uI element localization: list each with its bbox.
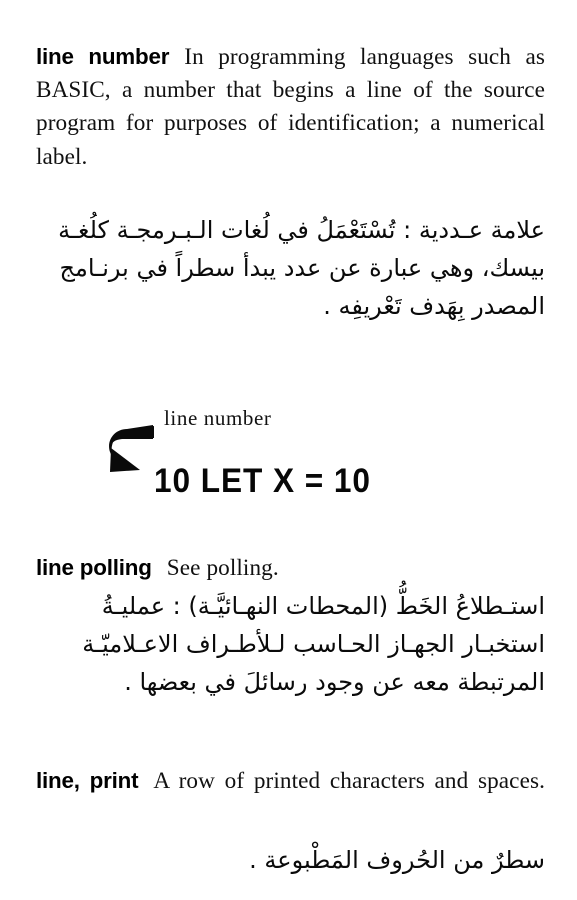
arabic-line-text: المرتبطة معه عن وجود رسائلَ في بعضها . — [124, 668, 545, 697]
arabic-line: استـطلاعُ الخَطُّ (المحطات النهـائيَّـة)… — [36, 587, 545, 625]
entry-definition-en: line number In programming languages such… — [36, 40, 545, 207]
arabic-line: المصدر بِهَدف تَعْريفِه . — [36, 287, 545, 325]
arabic-line: علامة عـددية : تُسْتَعْمَلُ في لُغات الـ… — [36, 211, 545, 249]
entry-definition-ar: سطرٌ من الحُروف المَطْبوعة . — [36, 841, 545, 879]
entry-definition-text: A row of printed characters and spaces. — [153, 768, 545, 794]
arabic-line: استخبـار الجهـاز الحـاسب لـلأطـراف الاعـ… — [36, 625, 545, 663]
entry-headword: line, print — [36, 768, 139, 793]
figure-callout-label: line number — [164, 406, 272, 430]
entry-definition-en: line, print A row of printed characters a… — [36, 764, 545, 831]
arabic-line: سطرٌ من الحُروف المَطْبوعة . — [36, 841, 545, 879]
arabic-line-text: استـطلاعُ الخَطُّ (المحطات النهـائيَّـة)… — [101, 592, 545, 621]
arabic-line: المرتبطة معه عن وجود رسائلَ في بعضها . — [36, 663, 545, 701]
curved-hook-arrow-icon — [109, 425, 154, 472]
dictionary-page: line number In programming languages such… — [0, 0, 577, 900]
illustration-figure: line number 10 LET X = 10 — [36, 398, 545, 528]
entry-definition-ar: علامة عـددية : تُسْتَعْمَلُ في لُغات الـ… — [36, 211, 545, 325]
dictionary-entry-line-polling: line polling See polling. استـطلاعُ الخَط… — [36, 551, 545, 701]
entry-definition-ar: استـطلاعُ الخَطُّ (المحطات النهـائيَّـة)… — [36, 587, 545, 701]
entry-definition-text: See polling. — [166, 555, 279, 581]
arabic-line-text: استخبـار الجهـاز الحـاسب لـلأطـراف الاعـ… — [82, 630, 545, 659]
arabic-line-text: بيسك، وهي عبارة عن عدد يبدأ سطراً في برن… — [59, 254, 545, 283]
arabic-line: بيسك، وهي عبارة عن عدد يبدأ سطراً في برن… — [36, 249, 545, 287]
arabic-line-text: علامة عـددية : تُسْتَعْمَلُ في لُغات الـ… — [58, 216, 545, 245]
figure-code-line: 10 LET X = 10 — [154, 462, 371, 500]
dictionary-entry-line-print: line, print A row of printed characters a… — [36, 764, 545, 879]
entry-headword: line polling — [36, 555, 152, 580]
entry-headword: line number — [36, 44, 170, 69]
arabic-line-text: سطرٌ من الحُروف المَطْبوعة . — [249, 846, 545, 875]
arabic-line-text: المصدر بِهَدف تَعْريفِه . — [323, 292, 545, 321]
entry-definition-en: line polling See polling. — [36, 551, 545, 585]
dictionary-entry-line-number: line number In programming languages such… — [36, 40, 545, 325]
